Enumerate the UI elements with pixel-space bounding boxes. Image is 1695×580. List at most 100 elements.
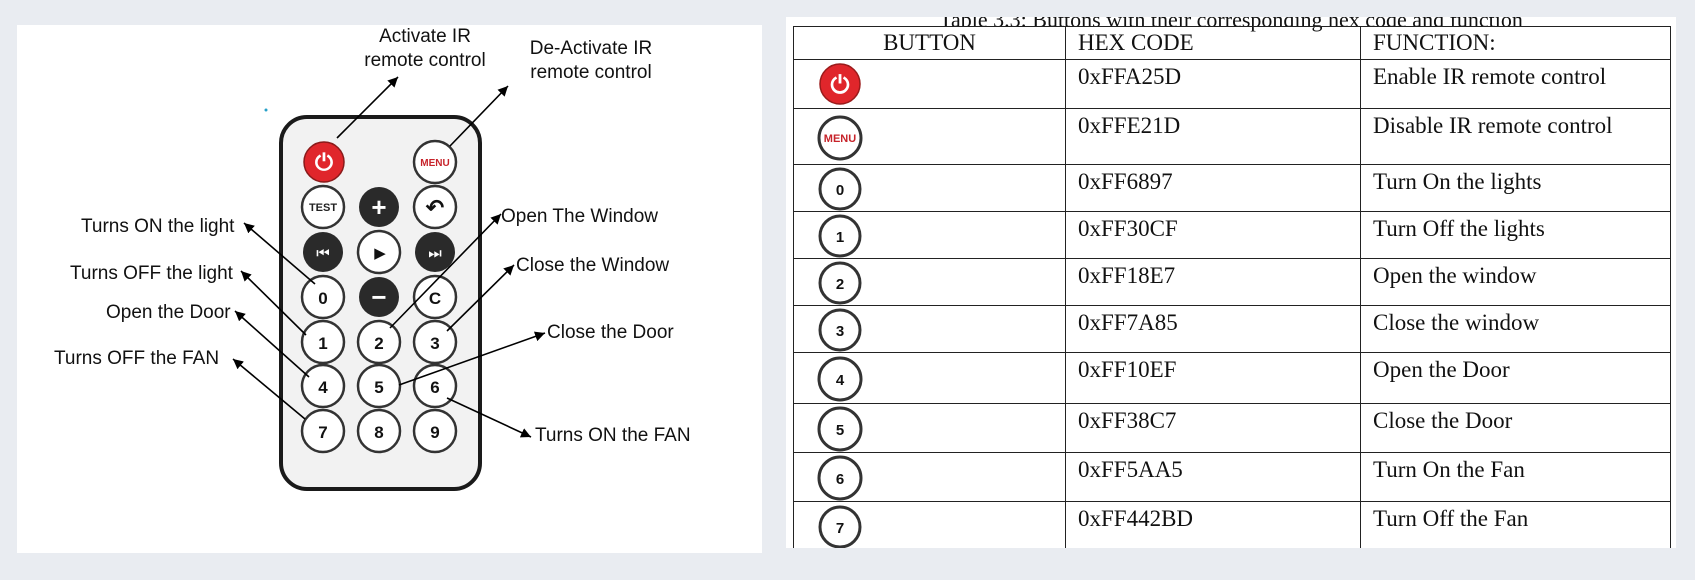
menu-button[interactable]: MENU xyxy=(412,139,458,185)
seven-button[interactable]: 7 xyxy=(300,408,346,454)
seven-icon: 7 xyxy=(818,505,862,548)
function-cell: Disable IR remote control xyxy=(1360,108,1671,165)
function-cell: Turn On the Fan xyxy=(1360,452,1671,502)
svg-text:MENU: MENU xyxy=(824,133,856,145)
next-button[interactable]: ⏭ xyxy=(415,232,455,272)
one-button[interactable]: 1 xyxy=(300,319,346,365)
table-row: 6 0xFF5AA5 Turn On the Fan xyxy=(793,452,1671,502)
svg-text:⏻: ⏻ xyxy=(831,72,850,99)
svg-text:5: 5 xyxy=(836,422,844,439)
function-cell: Turn On the lights xyxy=(1360,164,1671,212)
label-open-door: Open the Door xyxy=(106,302,231,323)
function-cell: Open the window xyxy=(1360,258,1671,306)
table-header-row: BUTTON HEX CODE FUNCTION: xyxy=(793,26,1671,60)
five-button[interactable]: 5 xyxy=(356,363,402,409)
hex-cell: 0xFF10EF xyxy=(1065,352,1361,404)
hex-cell: 0xFF7A85 xyxy=(1065,305,1361,353)
label-open-window: Open The Window xyxy=(501,206,659,227)
hex-cell: 0xFF6897 xyxy=(1065,164,1361,212)
nine-button[interactable]: 9 xyxy=(412,408,458,454)
plus-button[interactable]: + xyxy=(359,187,399,227)
play-button[interactable]: ▶ xyxy=(356,229,402,275)
hex-cell: 0xFFA25D xyxy=(1065,59,1361,109)
three-icon: 3 xyxy=(818,308,862,352)
header-hex: HEX CODE xyxy=(1065,26,1361,60)
svg-text:+: + xyxy=(371,192,386,222)
hex-cell: 0xFF30CF xyxy=(1065,211,1361,259)
hex-cell: 0xFF442BD xyxy=(1065,501,1361,548)
five-icon: 5 xyxy=(817,406,863,452)
label-turns-off-fan: Turns OFF the FAN xyxy=(54,348,220,369)
zero-button[interactable]: 0 xyxy=(300,274,346,320)
back-button[interactable]: ↶ xyxy=(412,184,458,230)
minus-button[interactable]: − xyxy=(359,277,399,317)
svg-text:7: 7 xyxy=(836,520,844,537)
function-cell: Open the Door xyxy=(1360,352,1671,404)
svg-text:6: 6 xyxy=(430,378,439,397)
eight-button[interactable]: 8 xyxy=(356,408,402,454)
two-icon: 2 xyxy=(818,261,862,305)
svg-text:9: 9 xyxy=(430,423,439,442)
svg-text:−: − xyxy=(371,282,386,312)
table-row: 5 0xFF38C7 Close the Door xyxy=(793,403,1671,453)
six-button[interactable]: 6 xyxy=(412,363,458,409)
svg-text:4: 4 xyxy=(318,378,328,397)
svg-text:1: 1 xyxy=(836,229,844,246)
svg-text:⏭: ⏭ xyxy=(428,245,442,262)
menu-icon: MENU xyxy=(817,115,863,161)
svg-text:⏮: ⏮ xyxy=(316,245,330,262)
label-turns-off-light: Turns OFF the light xyxy=(70,263,233,284)
button-cell: 3 xyxy=(793,305,1066,353)
table-row: 3 0xFF7A85 Close the window xyxy=(793,305,1671,353)
prev-button[interactable]: ⏮ xyxy=(303,232,343,272)
function-cell: Enable IR remote control xyxy=(1360,59,1671,109)
table-row: 4 0xFF10EF Open the Door xyxy=(793,352,1671,404)
svg-text:2: 2 xyxy=(374,334,383,353)
table-row: ⏻ 0xFFA25D Enable IR remote control xyxy=(793,59,1671,109)
svg-text:1: 1 xyxy=(318,334,327,353)
table-row: 2 0xFF18E7 Open the window xyxy=(793,258,1671,306)
hex-cell: 0xFFE21D xyxy=(1065,108,1361,165)
svg-text:↶: ↶ xyxy=(425,195,444,220)
hex-cell: 0xFF18E7 xyxy=(1065,258,1361,306)
svg-text:2: 2 xyxy=(836,276,844,293)
six-icon: 6 xyxy=(817,455,863,501)
four-button[interactable]: 4 xyxy=(300,363,346,409)
button-cell: 1 xyxy=(793,211,1066,259)
zero-icon: 0 xyxy=(818,167,862,211)
label-turns-on-fan: Turns ON the FAN xyxy=(535,425,691,446)
label-close-door: Close the Door xyxy=(547,322,674,343)
label-turns-on-light: Turns ON the light xyxy=(81,216,235,237)
hex-cell: 0xFF38C7 xyxy=(1065,403,1361,453)
header-button: BUTTON xyxy=(793,26,1066,60)
button-cell: 6 xyxy=(793,452,1066,502)
table-row: MENU 0xFFE21D Disable IR remote control xyxy=(793,108,1671,165)
one-icon: 1 xyxy=(818,214,862,258)
test-button[interactable]: TEST xyxy=(300,184,346,230)
two-button[interactable]: 2 xyxy=(356,319,402,365)
hex-code-table: BUTTON HEX CODE FUNCTION: ⏻ 0xFFA25D Ena… xyxy=(793,26,1671,548)
button-cell: ⏻ xyxy=(793,59,1066,109)
power-icon: ⏻ xyxy=(819,63,861,105)
header-function: FUNCTION: xyxy=(1360,26,1671,60)
label-activate: Activate IR remote control xyxy=(364,26,486,71)
button-cell: MENU xyxy=(793,108,1066,165)
power-button[interactable]: ⏻ xyxy=(303,141,345,183)
hex-code-table-panel: Table 3.3: Buttons with their correspond… xyxy=(786,17,1676,548)
function-cell: Close the window xyxy=(1360,305,1671,353)
svg-text:0: 0 xyxy=(318,289,327,308)
label-deactivate: De-Activate IR remote control xyxy=(529,38,653,83)
svg-text:5: 5 xyxy=(374,378,383,397)
svg-text:0: 0 xyxy=(836,182,844,199)
remote-diagram-panel: ⏻ MENU TEST + ↶ ⏮ ▶ ⏭ 0 − C 1 2 3 4 5 6 … xyxy=(17,25,762,553)
table-row: 0 0xFF6897 Turn On the lights xyxy=(793,164,1671,212)
button-cell: 0 xyxy=(793,164,1066,212)
svg-text:TEST: TEST xyxy=(309,202,337,214)
function-cell: Turn Off the Fan xyxy=(1360,501,1671,548)
svg-text:⏻: ⏻ xyxy=(315,149,334,175)
svg-text:7: 7 xyxy=(318,423,327,442)
svg-text:C: C xyxy=(429,289,441,308)
button-cell: 7 xyxy=(793,501,1066,548)
svg-text:3: 3 xyxy=(836,323,844,340)
button-cell: 2 xyxy=(793,258,1066,306)
